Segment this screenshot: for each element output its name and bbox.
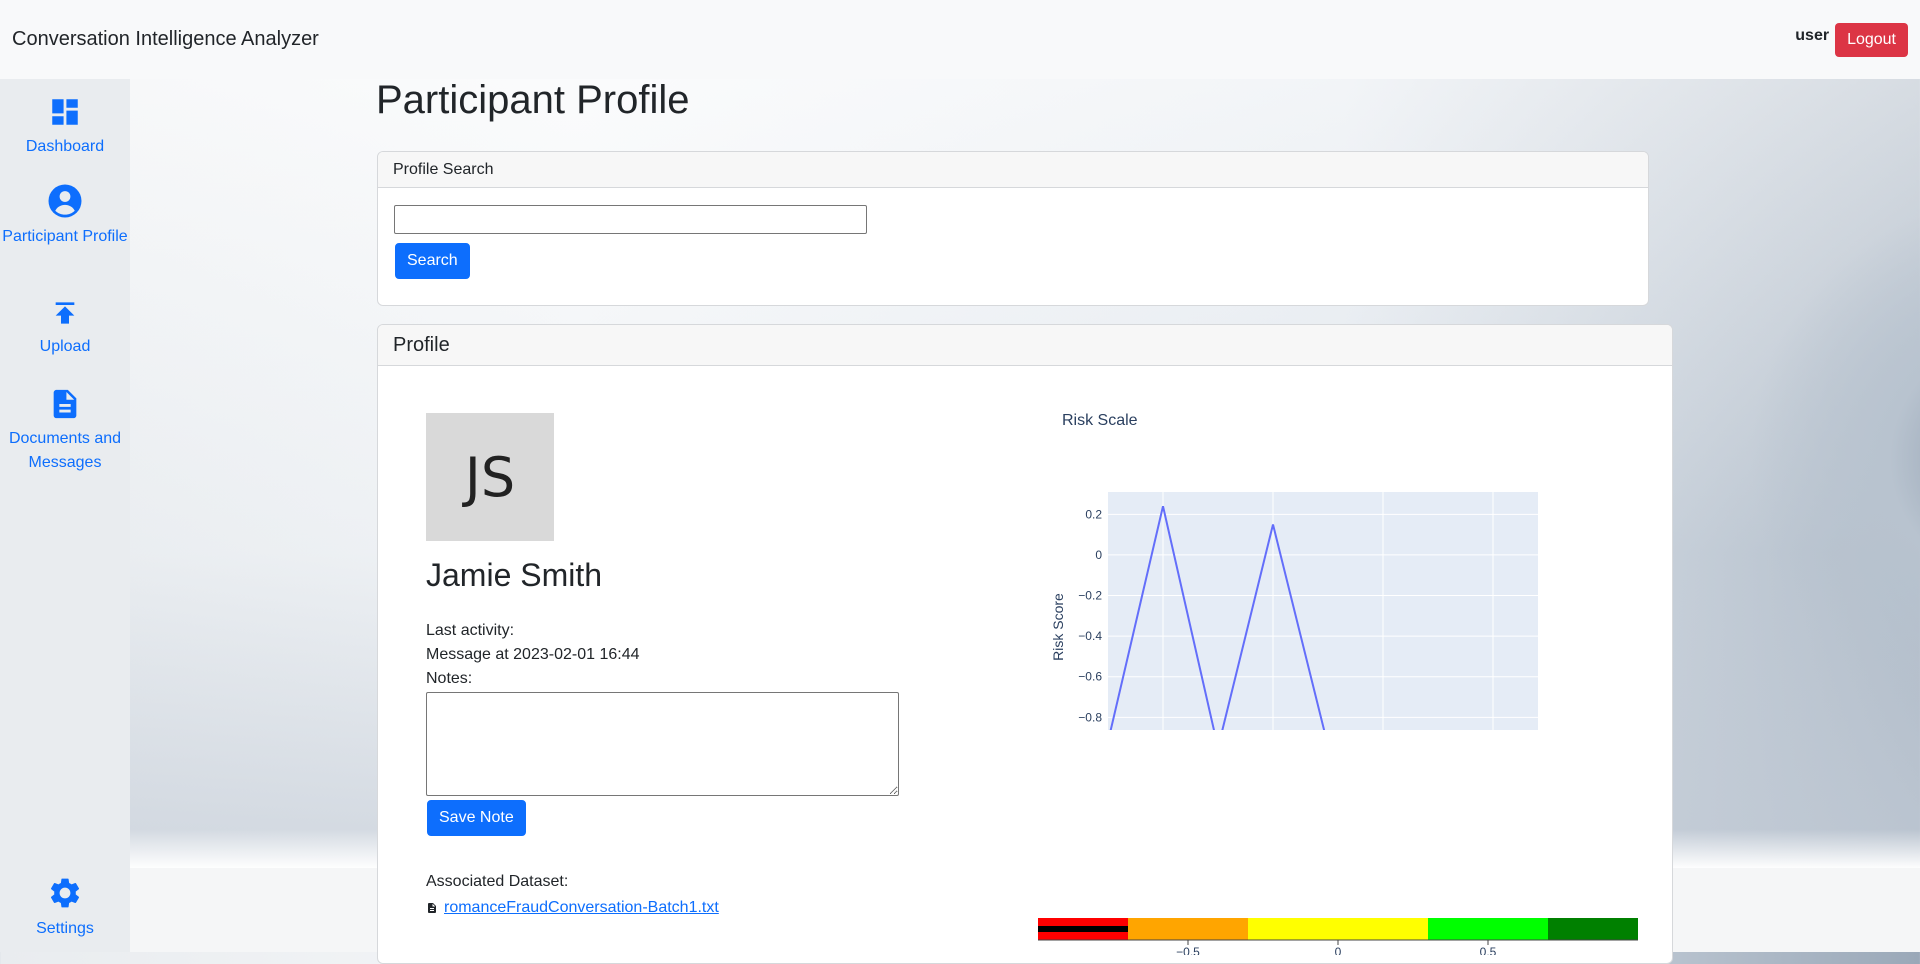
- notes-field[interactable]: [426, 692, 899, 796]
- search-input[interactable]: [394, 205, 867, 234]
- dataset-item: romanceFraudConversation-Batch1.txt: [426, 899, 719, 917]
- gauge-band: [1248, 918, 1428, 940]
- profile-card: Profile JS Jamie Smith Last activity: Me…: [377, 324, 1673, 964]
- sidebar: Dashboard Participant Profile Upload Doc…: [0, 79, 130, 952]
- sidebar-item-participant-profile[interactable]: Participant Profile: [0, 183, 130, 249]
- sidebar-item-upload[interactable]: Upload: [0, 297, 130, 359]
- y-tick-label: −0.4: [1078, 629, 1102, 643]
- username-label: user: [1795, 26, 1830, 44]
- participant-name: Jamie Smith: [426, 557, 603, 593]
- y-axis-label: Risk Score: [1050, 593, 1066, 661]
- upload-icon: [55, 302, 75, 324]
- page-title: Participant Profile: [376, 78, 690, 122]
- dataset-label: Associated Dataset:: [426, 873, 569, 890]
- sidebar-item-documents-messages[interactable]: Documents and Messages: [0, 387, 130, 475]
- card-header-title: Profile Search: [393, 160, 494, 178]
- avatar: JS: [426, 413, 554, 541]
- gauge-band: [1428, 918, 1548, 940]
- sidebar-item-label: Settings: [36, 920, 94, 937]
- profile-search-card: Profile Search Search: [377, 151, 1649, 306]
- sidebar-item-label: Documents and Messages: [8, 430, 122, 471]
- gauge-band: [1128, 918, 1248, 940]
- logout-button[interactable]: Logout: [1835, 22, 1908, 57]
- plot-area: [1108, 492, 1538, 730]
- card-header: Profile Search: [378, 152, 1648, 188]
- document-icon: [53, 389, 77, 419]
- sidebar-item-label: Upload: [39, 338, 91, 355]
- sidebar-item-settings[interactable]: Settings: [0, 875, 130, 941]
- file-icon: [428, 903, 436, 913]
- card-header: Profile: [378, 325, 1672, 366]
- search-button[interactable]: Search: [395, 243, 470, 279]
- user-area: user Logout: [1795, 22, 1908, 57]
- dashboard-icon: [52, 99, 78, 125]
- top-navbar: Conversation Intelligence Analyzer user …: [0, 0, 1920, 79]
- last-activity-value: Message at 2023-02-01 16:44: [426, 646, 640, 663]
- save-note-button[interactable]: Save Note: [427, 800, 526, 836]
- y-tick-label: −0.8: [1078, 710, 1102, 724]
- y-tick-label: −0.6: [1078, 670, 1102, 684]
- person-icon: [48, 184, 82, 218]
- sidebar-item-dashboard[interactable]: Dashboard: [0, 95, 130, 159]
- risk-line-chart: Risk Scale 0.20−0.2−0.4−0.6−0.8−12468Mes…: [1050, 412, 1538, 730]
- card-header-title: Profile: [393, 333, 450, 356]
- sidebar-item-label: Dashboard: [25, 138, 105, 155]
- sidebar-item-label: Participant Profile: [2, 228, 128, 245]
- y-tick-label: 0.2: [1085, 507, 1102, 521]
- notes-label: Notes:: [426, 670, 473, 687]
- app-title: Conversation Intelligence Analyzer: [12, 28, 319, 50]
- chart-title: Risk Scale: [1062, 412, 1138, 429]
- gauge-tick-label: 0: [1335, 945, 1342, 955]
- last-activity-label: Last activity:: [426, 622, 515, 639]
- y-tick-label: 0: [1095, 548, 1102, 562]
- gauge-indicator: [1038, 926, 1128, 932]
- gauge-tick-label: −0.5: [1176, 945, 1200, 955]
- y-tick-label: −0.2: [1078, 589, 1102, 603]
- gear-icon: [50, 878, 80, 908]
- gauge-tick-label: 0.5: [1480, 945, 1497, 955]
- risk-gauge: −0.5 0 0.5: [1038, 918, 1638, 955]
- gauge-band: [1548, 918, 1638, 940]
- dataset-file-link[interactable]: romanceFraudConversation-Batch1.txt: [444, 899, 719, 917]
